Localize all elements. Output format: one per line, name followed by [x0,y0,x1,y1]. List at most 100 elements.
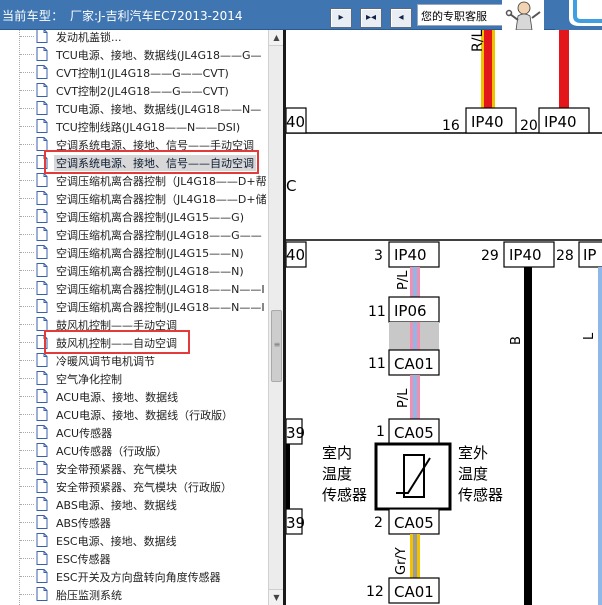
tree-branch-line [20,108,34,109]
tree-branch-line [20,126,34,127]
tree-branch-line [20,270,34,271]
tree-item[interactable]: 安全带预紧器、充气模块 [0,459,268,477]
document-icon [36,533,48,547]
tree-item[interactable]: ABS电源、接地、数据线 [0,495,268,513]
tree-item-label: TCU电源、接地、数据线(JL4G18——G— [56,49,262,62]
tree-item[interactable]: 空调压缩机离合器控制(JL4G15——G) [0,207,268,225]
tree-item[interactable]: ABS传感器 [0,513,268,531]
tree-item[interactable]: CVT控制1(JL4G18——G——CVT) [0,63,268,81]
scroll-up-arrow-icon[interactable]: ▲ [269,30,283,46]
tree-item[interactable]: 空调压缩机离合器控制(JL4G15——N) [0,243,268,261]
tree-item[interactable]: CVT控制2(JL4G18——G——CVT) [0,81,268,99]
tree-item[interactable]: 空调压缩机离合器控制(JL4G18——N——I [0,297,268,315]
tree-item[interactable]: 空调压缩机离合器控制(JL4G18——G—— [0,225,268,243]
tree-item[interactable]: ACU传感器 [0,423,268,441]
tree-item[interactable]: TCU电源、接地、数据线(JL4G18——N— [0,99,268,117]
wire-blue [598,267,602,605]
scroll-down-arrow-icon[interactable]: ▼ [269,589,283,605]
tree-item-label: CVT控制2(JL4G18——G——CVT) [56,85,229,98]
tree-item[interactable]: TCU控制线路(JL4G18——N——DSI) [0,117,268,135]
wiring-diagram: R/L 40 16 IP40 20 IP40 C 40 3 IP40 29 IP… [286,30,602,605]
tree-item-label: ESC开关及方向盘转向角度传感器 [56,571,221,584]
tree-item-label: 安全带预紧器、充气模块 [56,463,177,476]
connector-label: CA05 [394,424,434,442]
partial-connector-label: 39 [286,514,305,532]
tree-branch-line [20,324,34,325]
tree-item[interactable]: 空调压缩机离合器控制(JL4G18——N) [0,261,268,279]
tree-item-label: TCU电源、接地、数据线(JL4G18——N— [56,103,262,116]
document-icon [36,281,48,295]
sidebar-scrollbar[interactable]: ▲ ≡ ▼ [268,30,283,605]
partial-connector-label: 40 [286,246,305,264]
tree-branch-line [20,180,34,181]
tree-branch-line [20,468,34,469]
document-icon [36,101,48,115]
tree-item-label: 空气净化控制 [56,373,122,386]
tree-item[interactable]: ACU传感器（行政版） [0,441,268,459]
connector-label: CA01 [394,355,434,373]
tree-branch-line [20,576,34,577]
connector-label: IP40 [471,113,504,131]
document-icon [36,263,48,277]
document-icon [36,119,48,133]
wiring-diagram-canvas: R/L 40 16 IP40 20 IP40 C 40 3 IP40 29 IP… [286,30,602,605]
tree-item-label: 空调压缩机离合器控制(JL4G18——G—— [56,229,262,242]
document-icon [36,371,48,385]
tree-item-label: ACU电源、接地、数据线（行政版） [56,409,234,422]
tree-item[interactable]: TCU电源、接地、数据线(JL4G18——G— [0,45,268,63]
pin-number: 12 [366,584,384,600]
tree-item-label: ACU传感器（行政版） [56,445,168,458]
tree-branch-line [20,504,34,505]
pin-number: 16 [442,118,460,134]
document-icon [36,191,48,205]
tree-item-label: 空调压缩机离合器控制(JL4G15——N) [56,247,244,260]
pin-number: 3 [374,248,383,264]
tree-branch-line [20,288,34,289]
tree-item[interactable]: 空调压缩机离合器控制（JL4G18——D+储 [0,189,268,207]
document-icon [36,245,48,259]
tree-item[interactable]: ESC传感器 [0,549,268,567]
customer-service-link[interactable]: 您的专职客服 [417,4,503,26]
tree-item[interactable]: 发动机盖锁... [0,30,268,45]
tree-item[interactable]: 空气净化控制 [0,369,268,387]
tree-item[interactable]: ACU电源、接地、数据线 [0,387,268,405]
tree-item-label: 空调压缩机离合器控制(JL4G18——N——I [56,283,265,296]
tree-item[interactable]: ACU电源、接地、数据线（行政版） [0,405,268,423]
tree-branch-line [20,450,34,451]
wire-label-b: B [509,336,524,345]
tree-branch-line [20,594,34,595]
nav-first-button[interactable]: ▸ [330,8,352,28]
document-icon [36,461,48,475]
tree-branch-line [20,522,34,523]
outdoor-sensor-label-1: 室外 [458,444,488,462]
tree-branch-line [20,306,34,307]
wire-label-gry: Gr/Y [394,547,409,575]
tree-item-label: ABS电源、接地、数据线 [56,499,177,512]
side-letter: C [286,177,296,195]
tree-item-label: 安全带预紧器、充气模块（行政版） [56,481,232,494]
tree-item[interactable]: 空调压缩机离合器控制(JL4G18——N——I [0,279,268,297]
document-icon [36,209,48,223]
document-icon [36,569,48,583]
tree-item[interactable]: 安全带预紧器、充气模块（行政版） [0,477,268,495]
document-icon [36,227,48,241]
connector-label: IP [583,246,596,264]
tree-item[interactable]: 胎压监测系统 [0,585,268,603]
tree-item-label: ACU电源、接地、数据线 [56,391,179,404]
wire-label-pl: P/L [396,270,411,290]
document-icon [36,515,48,529]
document-icon [36,30,48,43]
tree-branch-line [20,216,34,217]
tree-branch-line [20,378,34,379]
indoor-sensor-label-3: 传感器 [322,486,367,504]
tree-item-label: ABS传感器 [56,517,111,530]
nav-last-button[interactable]: ◂ [390,8,412,28]
scrollbar-thumb[interactable]: ≡ [271,310,282,382]
tree-item[interactable]: ESC开关及方向盘转向角度传感器 [0,567,268,585]
tree-branch-line [20,558,34,559]
tree-item-label: 冷暖风调节电机调节 [56,355,155,368]
nav-both-button[interactable]: ▸◂ [360,8,382,28]
tree-item[interactable]: ESC电源、接地、数据线 [0,531,268,549]
vehicle-label: 当前车型： [2,9,64,23]
tree-item-label: TCU控制线路(JL4G18——N——DSI) [56,121,241,134]
